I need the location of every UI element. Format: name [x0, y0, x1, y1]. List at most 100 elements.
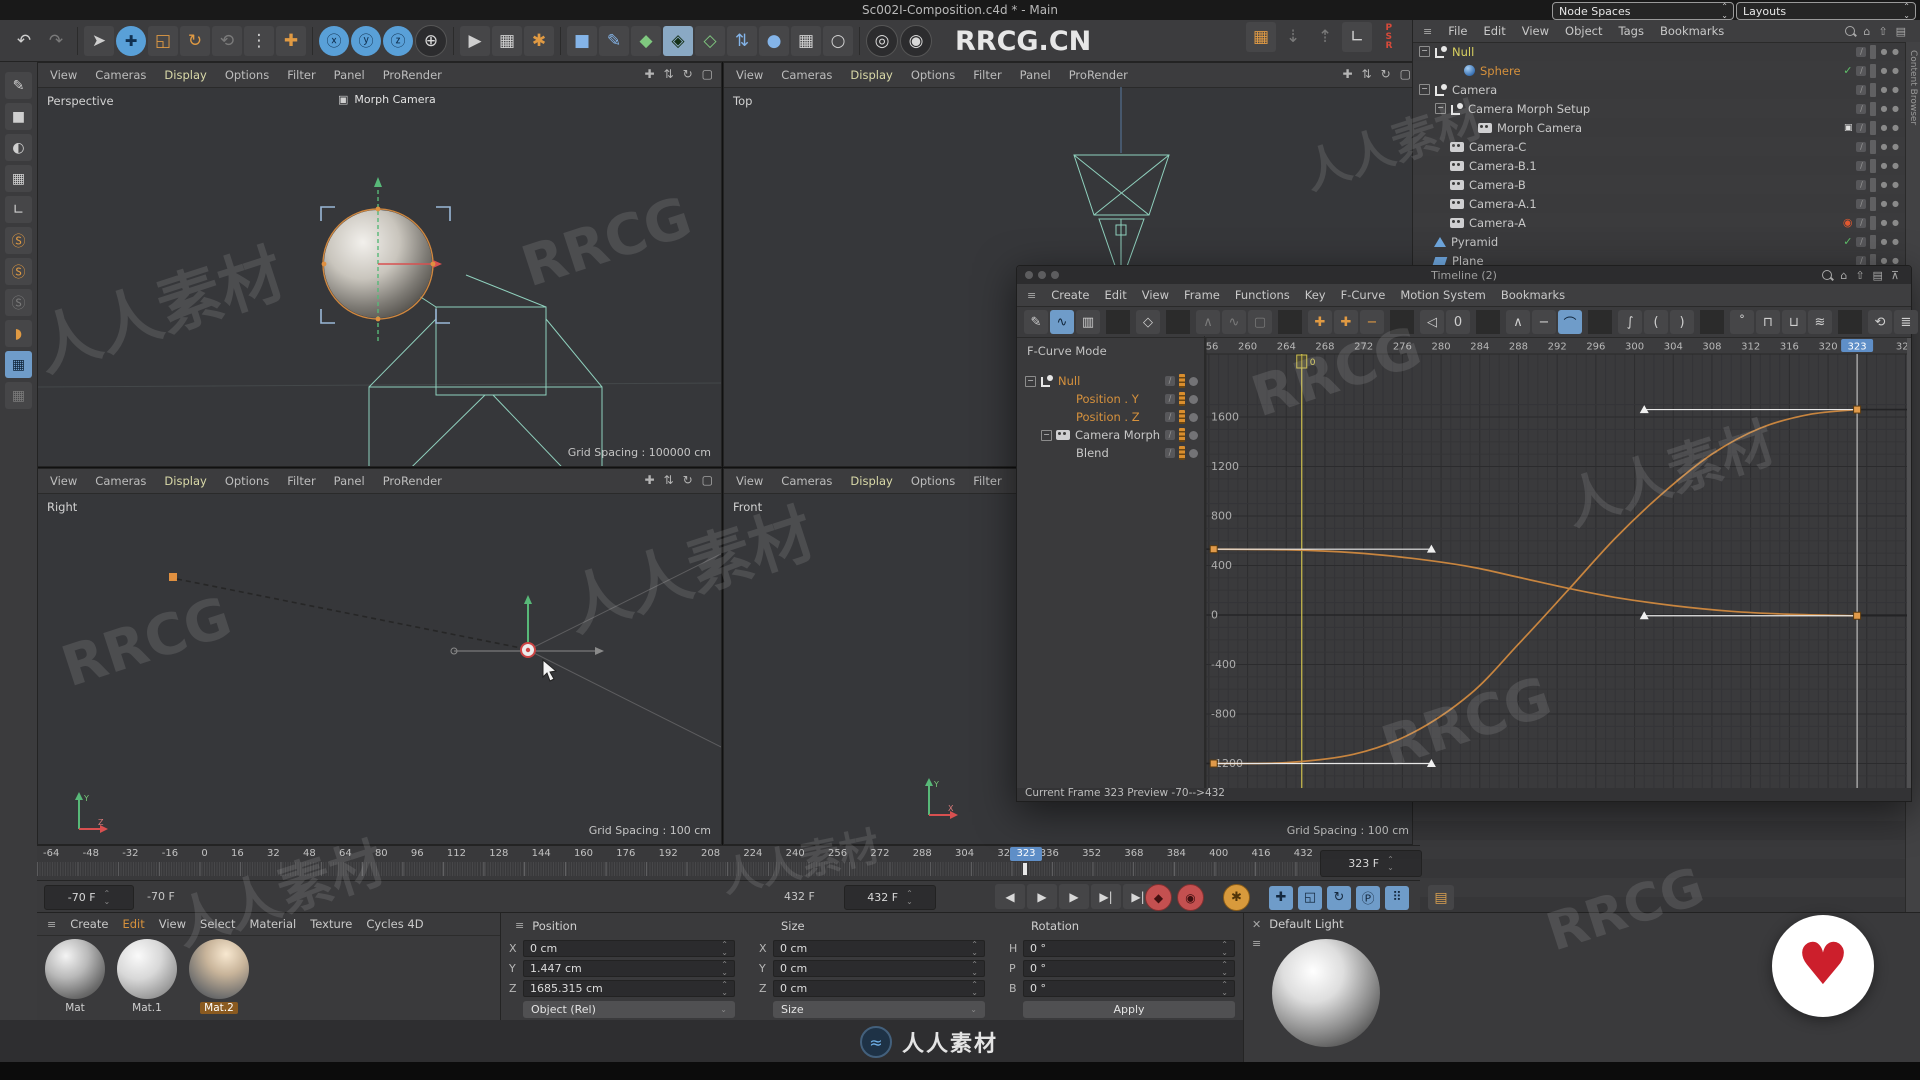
timeline-tool-icon[interactable]: ⌒ — [1558, 310, 1582, 334]
visibility-dots-icon[interactable]: ● ● — [1880, 104, 1900, 113]
material-preview[interactable] — [117, 939, 177, 999]
object-row[interactable]: − Null ∕ ● ● — [1413, 42, 1906, 61]
view-control-icon[interactable]: ▢ — [702, 67, 713, 81]
layer-toggle-icon[interactable] — [1870, 120, 1877, 135]
mode-icon[interactable]: ▦ — [5, 351, 32, 378]
spinner-icon[interactable]: ⌃ ⌄ — [721, 940, 728, 957]
object-row[interactable]: − Camera Morph Setup ∕ ● ● — [1413, 99, 1906, 118]
toolbar-icon[interactable]: ▶ — [460, 25, 490, 56]
viewport-menu-item[interactable]: Options — [225, 68, 269, 82]
visibility-dots-icon[interactable]: ● ● — [1880, 47, 1900, 56]
autokey-button[interactable]: ◉ — [1177, 884, 1204, 911]
edit-toggle-icon[interactable]: ∕ — [1856, 198, 1867, 209]
apply-button[interactable]: Apply — [1023, 1001, 1235, 1018]
object-state-icon[interactable]: ▣ — [1844, 123, 1853, 133]
viewport-menu-item[interactable]: Cameras — [781, 68, 832, 82]
viewport-menu-item[interactable]: ProRender — [1069, 68, 1128, 82]
object-row[interactable]: − Camera-C ∕ ● ● — [1413, 137, 1906, 156]
transport-button[interactable]: ▶ — [1027, 884, 1057, 909]
viewport-menu-item[interactable]: Options — [225, 474, 269, 488]
viewport-menu-item[interactable]: Filter — [973, 68, 1001, 82]
timeline-tool-icon[interactable]: ◁ — [1420, 310, 1444, 334]
view-control-icon[interactable]: ⇅ — [664, 67, 674, 81]
timeline-tool-icon[interactable]: ∧ — [1196, 310, 1220, 334]
timeline-tool-icon[interactable] — [1838, 310, 1862, 334]
up-icon[interactable]: ⇧ — [1855, 269, 1864, 282]
layer-toggle-icon[interactable] — [1870, 82, 1877, 97]
visibility-dots-icon[interactable]: ● ● — [1880, 256, 1900, 265]
material-menu-item[interactable]: View — [159, 917, 186, 931]
om-menu-item[interactable]: Object — [1565, 24, 1602, 38]
toolbar-icon[interactable]: ◱ — [148, 25, 178, 56]
close-icon[interactable]: ✕ — [1252, 918, 1261, 931]
visibility-dots-icon[interactable]: ● ● — [1880, 218, 1900, 227]
toolbar-icon[interactable]: ◆ — [631, 25, 661, 56]
timeline-tool-icon[interactable]: ▥ — [1076, 310, 1100, 334]
om-menu-item[interactable]: View — [1522, 24, 1549, 38]
toolbar-icon[interactable]: ⇡ — [1310, 22, 1340, 52]
toolbar-icon[interactable]: ⟲ — [212, 25, 242, 56]
toolbar-icon[interactable]: ● — [759, 25, 789, 56]
position-input[interactable]: 1.447 cm ⌃ ⌄ — [523, 960, 735, 977]
viewport-menu-item[interactable]: Display — [164, 474, 206, 488]
timeline-tool-icon[interactable] — [1106, 310, 1130, 334]
edit-toggle-icon[interactable]: ∕ — [1856, 122, 1867, 133]
edit-toggle-icon[interactable]: ∕ — [1856, 46, 1867, 57]
spinner-icon[interactable]: ⌃ ⌄ — [1387, 855, 1394, 872]
viewport-menu-item[interactable]: Options — [911, 68, 955, 82]
object-row[interactable]: − Camera-B.1 ∕ ● ● — [1413, 156, 1906, 175]
object-label[interactable]: Camera-C — [1469, 140, 1526, 154]
toolbar-icon[interactable]: P S R — [1374, 22, 1404, 52]
current-frame-chip[interactable]: 323 — [1010, 847, 1042, 861]
viewport-menu-item[interactable]: ProRender — [383, 68, 442, 82]
visibility-dots-icon[interactable]: ● ● — [1880, 85, 1900, 94]
timeline-tool-icon[interactable]: − — [1532, 310, 1556, 334]
viewport-menu-item[interactable]: Display — [164, 68, 206, 82]
toolbar-icon[interactable] — [560, 26, 561, 55]
playhead-marker[interactable] — [1023, 863, 1027, 875]
object-state-icon[interactable]: ◉ — [1843, 216, 1853, 229]
record-keyframe-button[interactable]: ◆ — [1145, 884, 1172, 911]
lock-toggle-icon[interactable]: ∕ — [1165, 394, 1175, 404]
material-menu-item[interactable]: Select — [200, 917, 235, 931]
object-row[interactable]: − Camera ∕ ● ● — [1413, 80, 1906, 99]
lock-toggle-icon[interactable]: ∕ — [1165, 448, 1175, 458]
visibility-dots-icon[interactable]: ● ● — [1880, 161, 1900, 170]
track-label[interactable]: Blend — [1076, 446, 1109, 460]
view-control-icon[interactable]: ↻ — [1381, 67, 1391, 81]
expander-icon[interactable]: − — [1419, 84, 1430, 95]
view-control-icon[interactable]: ⇅ — [1362, 67, 1372, 81]
key-strip-icon[interactable] — [1179, 446, 1185, 460]
timeline-menu-item[interactable]: Frame — [1184, 288, 1220, 302]
fcurve-track-row[interactable]: − Blend ∕ — [1017, 444, 1204, 462]
mode-icon[interactable]: ■ — [5, 103, 32, 130]
layer-toggle-icon[interactable] — [1870, 177, 1877, 192]
spinner-icon[interactable]: ⌃ ⌄ — [721, 980, 728, 997]
mode-icon[interactable]: ◐ — [5, 134, 32, 161]
search-icon[interactable] — [1822, 270, 1833, 280]
viewport-menu-item[interactable]: Cameras — [95, 474, 146, 488]
size-input[interactable]: 0 cm ⌃ ⌄ — [773, 980, 985, 997]
size-input[interactable]: 0 cm ⌃ ⌄ — [773, 940, 985, 957]
toolbar-icon[interactable]: ▦ — [492, 25, 522, 56]
material-menu-item[interactable]: Create — [70, 917, 108, 931]
timeline-tool-icon[interactable]: ∿ — [1222, 310, 1246, 334]
object-row[interactable]: − Morph Camera ▣ ∕ ● ● — [1413, 118, 1906, 137]
timeline-menu-item[interactable]: Key — [1305, 288, 1326, 302]
om-menu-item[interactable]: File — [1448, 24, 1467, 38]
object-rel-dropdown[interactable]: Object (Rel) ⌄ — [523, 1001, 735, 1018]
spinner-icon[interactable]: ⌃ ⌄ — [971, 980, 978, 997]
hamburger-icon[interactable]: ≡ — [1423, 25, 1432, 38]
timeline-tool-icon[interactable]: ⟲ — [1868, 310, 1892, 334]
toolbar-icon[interactable] — [453, 26, 454, 55]
timeline-tool-icon[interactable]: ≣ — [1894, 310, 1918, 334]
toolbar-icon[interactable]: ⋮ — [244, 25, 274, 56]
expander-icon[interactable]: − — [1025, 375, 1036, 387]
spinner-icon[interactable]: ⌃ ⌄ — [104, 889, 111, 906]
lock-toggle-icon[interactable]: ∕ — [1165, 430, 1175, 440]
layer-toggle-icon[interactable] — [1870, 234, 1877, 249]
toolbar-icon[interactable]: ↷ — [41, 26, 71, 56]
toolbar-icon[interactable]: ⓩ — [383, 25, 413, 56]
key-parameter-toggle[interactable]: Ⓟ — [1356, 885, 1380, 910]
viewport-menu-item[interactable]: ProRender — [383, 474, 442, 488]
